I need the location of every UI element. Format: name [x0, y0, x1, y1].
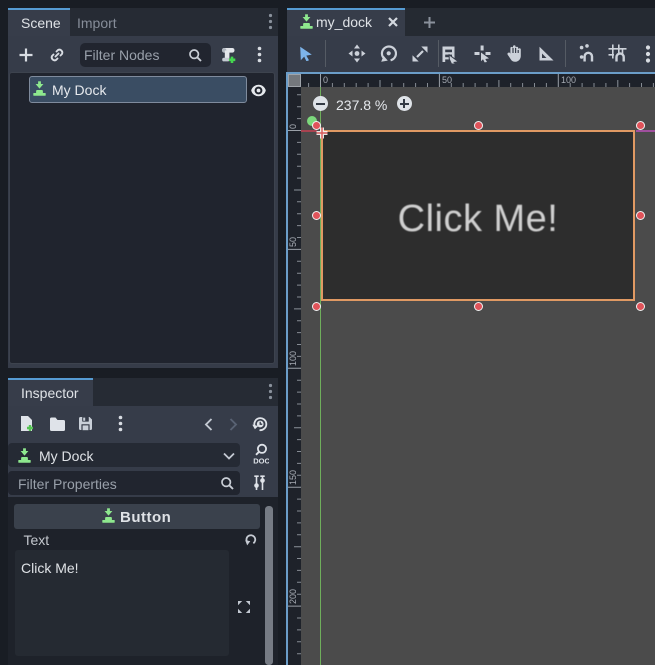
svg-text:150: 150: [288, 470, 298, 485]
svg-text:100: 100: [288, 351, 298, 366]
svg-text:100: 100: [561, 75, 576, 85]
svg-text:50: 50: [288, 237, 298, 247]
svg-text:0: 0: [288, 124, 298, 129]
svg-text:50: 50: [442, 75, 452, 85]
svg-text:DOC: DOC: [253, 457, 269, 466]
svg-text:0: 0: [323, 75, 328, 85]
svg-text:200: 200: [288, 589, 298, 604]
